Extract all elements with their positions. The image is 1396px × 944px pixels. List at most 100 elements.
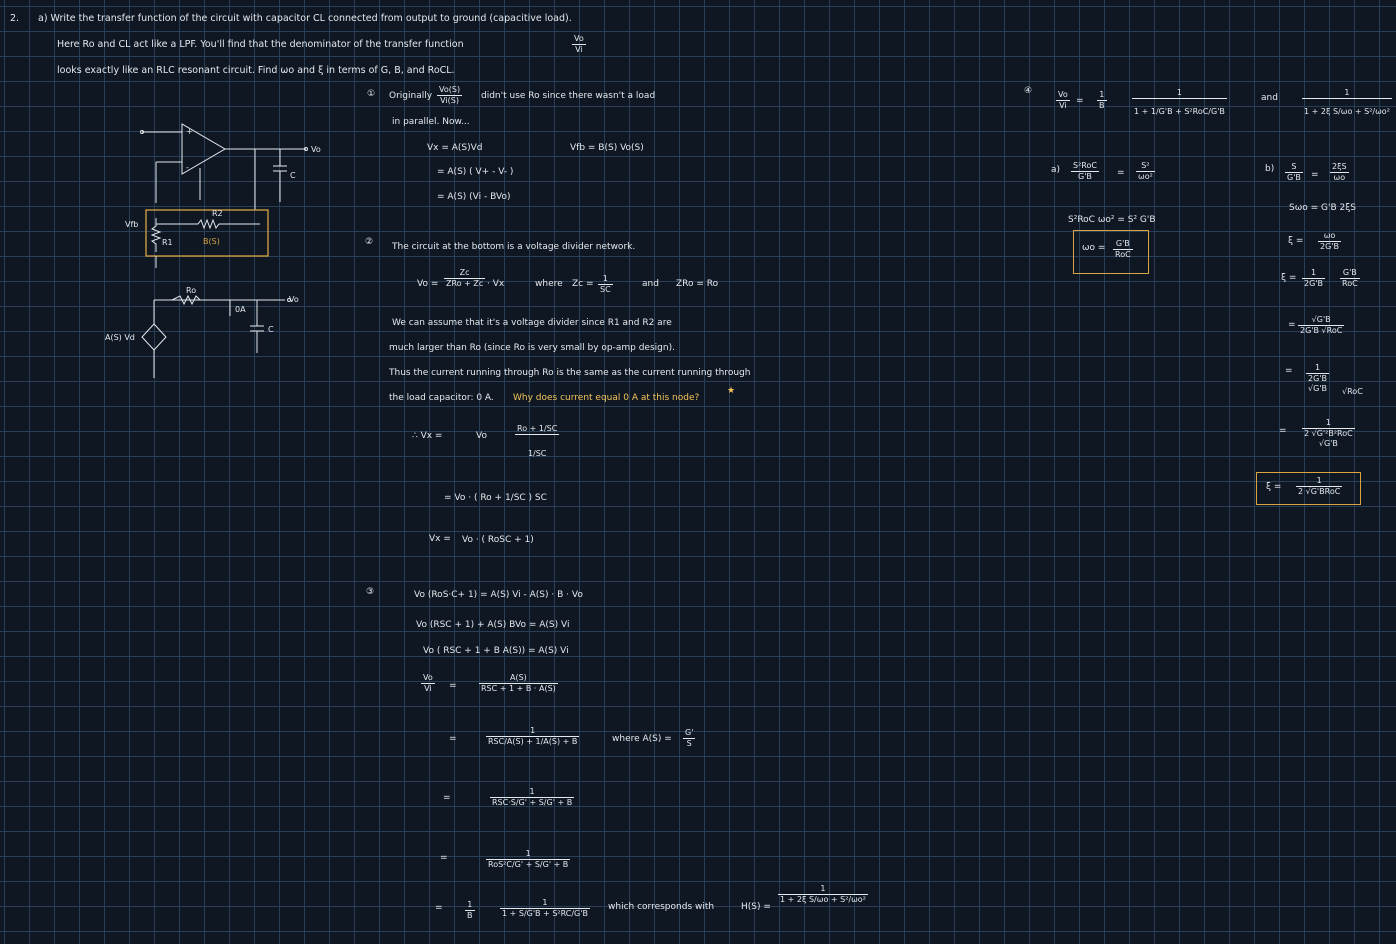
fraction-numerator: ωo xyxy=(1318,231,1341,242)
step-3-corresponds: which corresponds with xyxy=(608,902,715,912)
step-2-eq-c: Vo · ( RoSC + 1) xyxy=(462,535,534,545)
fraction-numerator: 2ξS xyxy=(1330,162,1349,173)
step-4-b-step-2-fraction: ωo 2G'B xyxy=(1318,231,1341,252)
equals-sign: = xyxy=(1311,170,1319,180)
fraction-numerator: A(S) xyxy=(479,673,558,684)
step-2-intro: The circuit at the bottom is a voltage d… xyxy=(392,242,636,252)
step-2-vo-eq: Vo = xyxy=(417,279,439,289)
r2-resistor xyxy=(156,218,260,230)
step-4-h-fraction: 1 1 + 2ξ S/ωo + S²/ωo² xyxy=(1302,88,1392,117)
step-4-a-result-fraction: G'B RoC xyxy=(1113,239,1133,260)
step-4-final-fraction: 1 2 √G'BRoC xyxy=(1296,476,1343,497)
step-4-main-fraction: 1 1 + 1/G'B + S²RoC/G'B xyxy=(1132,88,1227,117)
step-4-b-step-5-root: √RoC xyxy=(1342,387,1363,396)
r1-resistor xyxy=(150,218,162,252)
fraction-numerator: 1 xyxy=(486,726,580,737)
step-4-b-rhs: 2ξS ωo xyxy=(1330,162,1349,183)
step-3-marker: ③ xyxy=(366,587,375,597)
fraction-denominator: 2G'B √RoC xyxy=(1300,326,1343,335)
step-3-where-fraction: G' S xyxy=(683,728,696,749)
fraction-denominator-line-2: √G'B xyxy=(1318,439,1338,448)
step-1-text-cont: in parallel. Now... xyxy=(392,117,470,127)
step-3-fraction-4: 1 RoS²C/G' + S/G' + B xyxy=(486,849,571,870)
step-2-thus: Thus the current running through Ro is t… xyxy=(389,368,751,378)
step-2-marker: ② xyxy=(365,237,374,247)
fraction-denominator: RoC xyxy=(1342,279,1358,288)
fraction-denominator: 1 + S/G'B + S²RC/G'B xyxy=(502,909,588,918)
step-1-text: didn't use Ro since there wasn't a load xyxy=(481,91,656,101)
step-3-line-1: Vo (RoS·C+ 1) = A(S) Vi - A(S) · B · Vo xyxy=(414,590,583,600)
fraction-numerator: 1 xyxy=(500,898,590,909)
step-2-eq-c-lhs: Vx = xyxy=(429,534,451,544)
step-1-intro: Originally xyxy=(389,91,433,101)
fraction-denominator: 2G'B xyxy=(1304,279,1323,288)
equals-sign: = xyxy=(1076,96,1084,106)
bottom-capacitor-label: C xyxy=(268,325,274,334)
step-4-b-lhs: S G'B xyxy=(1285,162,1303,183)
step-2-divider-fraction: Zc ZRo + Zc xyxy=(444,268,486,289)
equals-sign: = xyxy=(1285,366,1293,376)
step-3-h-label: H(S) = xyxy=(741,902,771,912)
step-3-where: where A(S) = xyxy=(612,734,672,744)
step-2-zc-def: Zc = xyxy=(572,279,594,289)
source-label: A(S) Vd xyxy=(105,333,135,342)
feedback-network-box xyxy=(145,209,269,257)
fraction-denominator: Vi xyxy=(1059,101,1067,110)
fraction-numerator: 1 xyxy=(1302,268,1325,279)
step-1-fraction: Vo(S) Vi(S) xyxy=(437,85,463,106)
step-2-load: the load capacitor: 0 A. xyxy=(389,393,494,403)
vo-top-label: Vo xyxy=(311,145,321,154)
fraction-denominator: G'B xyxy=(1078,172,1092,181)
fraction-numerator: √G'B xyxy=(1298,315,1345,326)
equals-sign: = xyxy=(1279,426,1287,436)
step-4-b-step-4-fraction: √G'B 2G'B √RoC xyxy=(1298,315,1345,336)
step-2-therefore: ∴ Vx = xyxy=(412,431,443,441)
equals-sign: = xyxy=(443,793,451,803)
step-2-question: Why does current equal 0 A at this node? xyxy=(513,393,700,403)
step-4-prefix: 1 B xyxy=(1097,90,1107,111)
fraction-numerator: 1 xyxy=(598,274,613,285)
fraction-denominator: 1 + 1/G'B + S²RoC/G'B xyxy=(1134,107,1225,116)
circuit-diagram: + - Vo C Vfb R1 R2 B(S) Ro Vo 0A C A(S) … xyxy=(105,123,321,378)
fraction-numerator: 1 xyxy=(1302,418,1355,429)
step-4-a-result: ωo = xyxy=(1082,243,1106,253)
problem-line-1: a) Write the transfer function of the ci… xyxy=(38,13,572,24)
fraction-numerator: 1 xyxy=(778,884,868,895)
vfb-label: Vfb xyxy=(125,220,138,229)
equals-sign: = xyxy=(1288,320,1296,330)
step-2-vx: · Vx xyxy=(487,279,505,289)
step-3-fraction-3: 1 RSC·S/G' + S/G' + B xyxy=(490,787,575,808)
step-4-a-step: S²RoC ωo² = S² G'B xyxy=(1068,215,1156,225)
fraction-numerator: 1 xyxy=(1296,476,1343,487)
fraction-numerator: 1 xyxy=(1132,88,1227,99)
problem-number: 2. xyxy=(10,13,20,24)
fraction-denominator: G'B xyxy=(1287,173,1301,182)
step-2-assume-2: much larger than Ro (since Ro is very sm… xyxy=(389,343,675,353)
step-4-b-step-2-lhs: ξ = xyxy=(1288,236,1304,246)
step-4-a-lhs: S²RoC G'B xyxy=(1071,161,1099,182)
fraction-denominator: ZRo + Zc xyxy=(446,279,484,288)
fraction-denominator: RSC + 1 + B · A(S) xyxy=(481,684,556,693)
step-1-marker: ① xyxy=(367,89,376,99)
top-capacitor-label: C xyxy=(290,171,296,180)
step-3-fraction-2: 1 RSC/A(S) + 1/A(S) + B xyxy=(486,726,580,747)
fraction-denominator: 2G'B xyxy=(1308,374,1327,383)
step-2-assume-1: We can assume that it's a voltage divide… xyxy=(392,318,672,328)
problem-line-2: Here Ro and CL act like a LPF. You'll fi… xyxy=(57,39,464,50)
step-2-zc-fraction: 1 SC xyxy=(598,274,613,295)
equals-sign: = xyxy=(435,903,443,913)
fraction-numerator: G'B xyxy=(1340,268,1360,279)
equals-sign: = xyxy=(449,681,457,691)
fraction-numerator: 1 xyxy=(1097,90,1107,101)
fraction-denominator: SC xyxy=(600,285,611,294)
fraction-denominator: S xyxy=(686,739,692,748)
b-of-s-label: B(S) xyxy=(203,237,220,246)
step-1-eq-2: = A(S) ( V+ - V- ) xyxy=(437,167,514,177)
step-1-eq-1: Vx = A(S)Vd xyxy=(427,143,483,153)
fraction-denominator-line-2: √G'B xyxy=(1308,384,1327,393)
current-label: 0A xyxy=(235,305,246,314)
step-4-marker: ④ xyxy=(1024,86,1033,96)
step-4-b-step-6-fraction: 1 2 √G'²B²RoC √G'B xyxy=(1302,418,1355,449)
step-2-zro-def: ZRo = Ro xyxy=(676,279,719,289)
fraction-denominator: RoS²C/G' + S/G' + B xyxy=(488,860,569,869)
